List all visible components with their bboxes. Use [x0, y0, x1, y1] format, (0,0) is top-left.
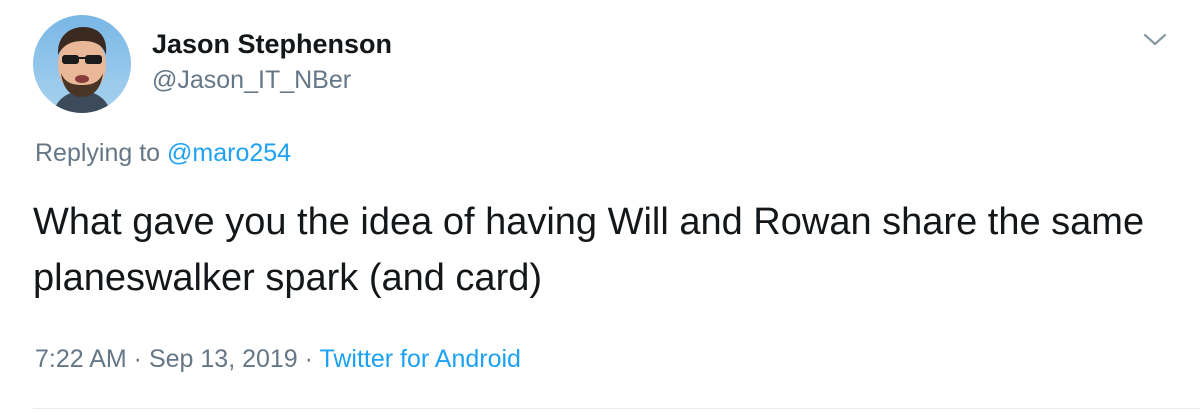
author-handle[interactable]: @Jason_IT_NBer	[152, 64, 351, 96]
tweet-date[interactable]: Sep 13, 2019	[149, 345, 298, 373]
avatar-photo-icon	[33, 15, 131, 113]
tweet-card: Jason Stephenson @Jason_IT_NBer Replying…	[0, 0, 1200, 412]
tweet-metadata: 7:22 AM · Sep 13, 2019 · Twitter for And…	[35, 343, 521, 375]
tweet-time[interactable]: 7:22 AM	[35, 345, 127, 373]
tweet-text: What gave you the idea of having Will an…	[33, 201, 1145, 299]
author-avatar[interactable]	[33, 15, 131, 113]
replying-to-line: Replying to @maro254	[35, 137, 291, 169]
author-display-name[interactable]: Jason Stephenson	[152, 28, 392, 60]
meta-separator: ·	[297, 345, 320, 373]
chevron-down-icon	[1143, 33, 1167, 46]
tweet-source-link[interactable]: Twitter for Android	[319, 345, 520, 373]
reply-mention-link[interactable]: @maro254	[167, 139, 291, 167]
tweet-menu-button[interactable]	[1140, 30, 1170, 50]
meta-separator: ·	[126, 345, 149, 373]
replying-to-label: Replying to	[35, 139, 168, 167]
divider	[33, 408, 1200, 409]
